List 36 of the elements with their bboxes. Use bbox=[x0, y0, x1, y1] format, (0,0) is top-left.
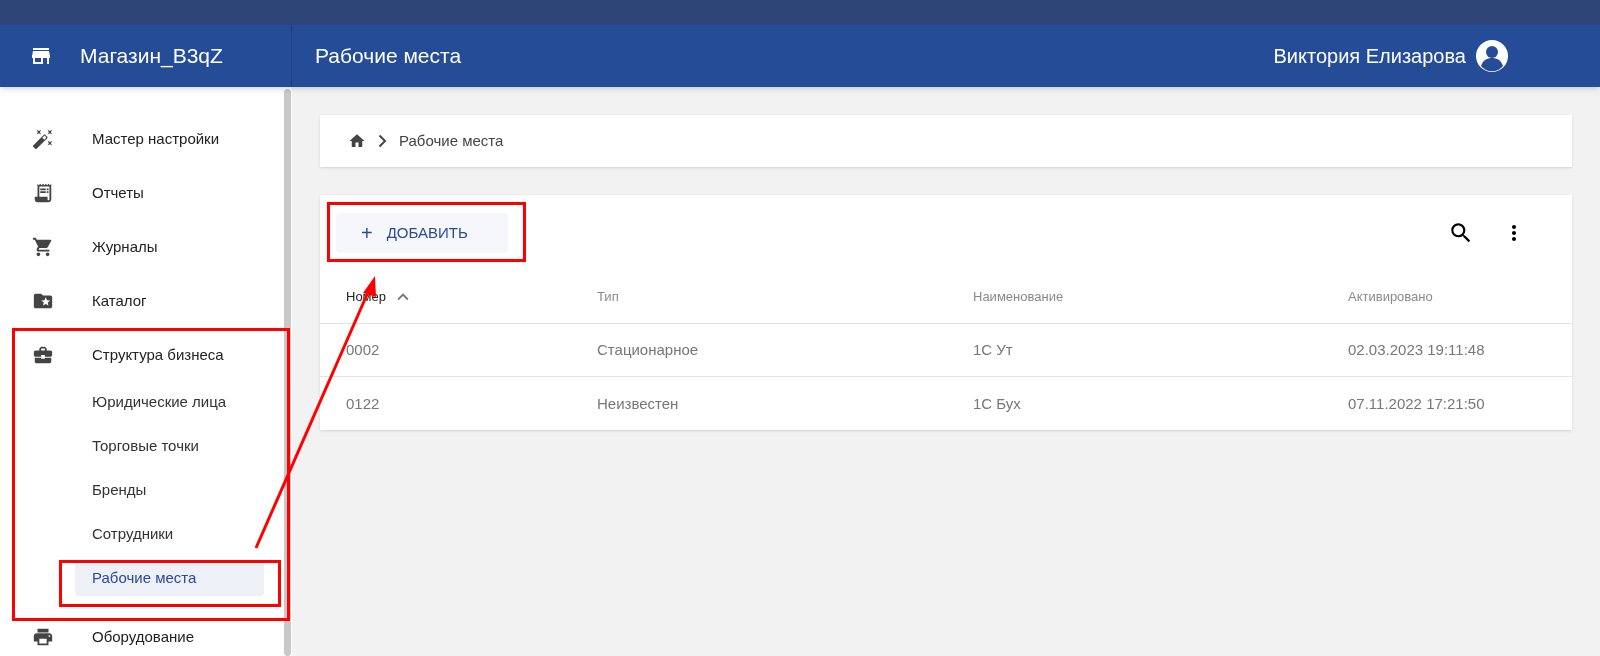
sidebar-item[interactable]: Журналы bbox=[0, 220, 284, 274]
briefcase-icon bbox=[32, 344, 54, 366]
receipt-icon bbox=[32, 182, 54, 204]
table-row[interactable]: 0002 Стационарное 1С Ут 02.03.2023 19:11:48 bbox=[320, 324, 1572, 377]
breadcrumb-item[interactable]: Рабочие места bbox=[399, 129, 504, 153]
sidebar-subitem[interactable]: Торговые точки bbox=[75, 428, 264, 464]
table-cell: 0002 bbox=[346, 341, 380, 358]
chevron-right-icon bbox=[378, 134, 387, 148]
avatar-icon[interactable] bbox=[1476, 40, 1508, 72]
column-header[interactable]: Тип bbox=[597, 287, 619, 307]
table-cell: 0122 bbox=[346, 394, 380, 412]
sidebar-item[interactable]: Каталог bbox=[0, 274, 284, 328]
sidebar-item[interactable]: Отчеты bbox=[0, 166, 284, 220]
table-cell: 07.11.2022 17:21:50 bbox=[1348, 394, 1485, 412]
table-cell: 1С Бух bbox=[973, 394, 1021, 412]
sidebar-item[interactable]: Оборудование bbox=[0, 610, 284, 656]
table-row[interactable]: 0122 Неизвестен 1С Бух 07.11.2022 17:21:50 bbox=[320, 377, 1572, 430]
column-header[interactable]: Активировано bbox=[1348, 287, 1433, 307]
printer-icon bbox=[32, 626, 54, 648]
sidebar-item[interactable]: Мастер настройки bbox=[0, 112, 284, 166]
home-icon[interactable] bbox=[348, 132, 366, 150]
shop-name: Магазин_B3qZ bbox=[80, 43, 223, 70]
table-cell: 1С Ут bbox=[973, 341, 1013, 358]
column-header[interactable]: Наименование bbox=[973, 287, 1064, 307]
shopping-cart-icon bbox=[32, 236, 54, 258]
user-name[interactable]: Виктория Елизарова bbox=[1273, 41, 1466, 71]
page-title: Рабочие места bbox=[315, 43, 462, 70]
table-cell: Стационарное bbox=[597, 341, 699, 358]
table-cell: Неизвестен bbox=[597, 394, 679, 412]
sidebar-subitem[interactable]: Юридические лица bbox=[75, 384, 264, 420]
sidebar-subitem[interactable]: Сотрудники bbox=[75, 516, 264, 552]
magic-wand-icon bbox=[32, 128, 54, 150]
add-button[interactable]: + ДОБАВИТЬ bbox=[336, 213, 508, 253]
table-cell: 02.03.2023 19:11:48 bbox=[1348, 341, 1485, 358]
sidebar-item[interactable]: Структура бизнеса bbox=[0, 328, 284, 382]
sidebar-subitem[interactable]: Бренды bbox=[75, 472, 264, 508]
